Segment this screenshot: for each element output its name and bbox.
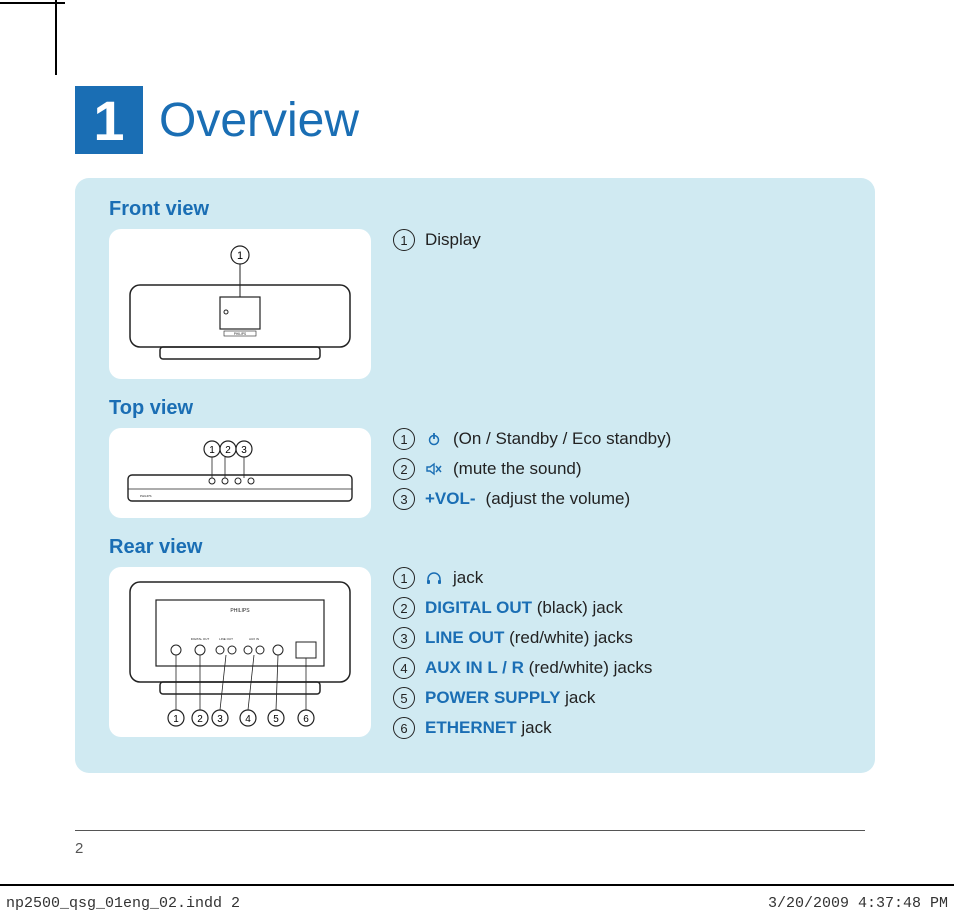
item-number: 2 [393, 458, 415, 480]
page-number: 2 [75, 840, 83, 857]
item-text: jack [453, 568, 483, 588]
list-front: 1 Display [393, 229, 841, 379]
svg-text:AUX IN: AUX IN [249, 637, 259, 641]
chapter-number-box: 1 [75, 86, 143, 154]
svg-text:1: 1 [209, 445, 215, 456]
svg-text:DIGITAL OUT: DIGITAL OUT [191, 637, 210, 641]
item-number: 2 [393, 597, 415, 619]
indesign-timestamp: 3/20/2009 4:37:48 PM [768, 895, 948, 912]
svg-text:1: 1 [173, 714, 179, 725]
item-text: (red/white) jacks [504, 628, 632, 647]
callout-front-1: 1 [237, 250, 243, 262]
page-content: 1 Overview Front view PHILIPS [75, 86, 875, 773]
item-text: (red/white) jacks [524, 658, 652, 677]
svg-text:PHILIPS: PHILIPS [140, 494, 152, 498]
section-rear-view: Rear view PHILIPS [109, 536, 841, 747]
list-item: 4 AUX IN L / R (red/white) jacks [393, 657, 841, 679]
item-text: (On / Standby / Eco standby) [453, 429, 671, 449]
list-item: 2 (mute the sound) [393, 458, 841, 480]
section-title-rear: Rear view [109, 536, 841, 559]
list-item: 5 POWER SUPPLY jack [393, 687, 841, 709]
mute-icon [425, 460, 443, 478]
item-text: jack [560, 688, 595, 707]
list-item: 1 Display [393, 229, 841, 251]
list-item: 1 jack [393, 567, 841, 589]
item-text: Display [425, 230, 481, 250]
svg-text:6: 6 [303, 714, 309, 725]
list-item: 1 (On / Standby / Eco standby) [393, 428, 841, 450]
svg-text:5: 5 [273, 714, 279, 725]
svg-text:2: 2 [197, 714, 203, 725]
svg-text:3: 3 [217, 714, 223, 725]
power-icon [425, 430, 443, 448]
chapter-header: 1 Overview [75, 86, 875, 154]
diagram-top-view: PHILIPS 1 2 [109, 428, 371, 518]
section-front-view: Front view PHILIPS 1 [109, 198, 841, 379]
list-rear: 1 jack 2 DIGITAL OUT (black) jack 3 LINE… [393, 567, 841, 747]
item-text: (adjust the volume) [486, 489, 631, 509]
svg-text:PHILIPS: PHILIPS [230, 608, 250, 614]
item-text: jack [517, 718, 552, 737]
svg-text:4: 4 [245, 714, 251, 725]
item-keyword: AUX IN L / R [425, 658, 524, 677]
section-title-front: Front view [109, 198, 841, 221]
svg-text:LINE OUT: LINE OUT [219, 637, 233, 641]
diagram-rear-view: PHILIPS DIGITAL OUT LINE OUT [109, 567, 371, 737]
overview-panel: Front view PHILIPS 1 [75, 178, 875, 773]
item-number: 3 [393, 627, 415, 649]
item-number: 1 [393, 567, 415, 589]
section-title-top: Top view [109, 397, 841, 420]
svg-text:3: 3 [241, 445, 247, 456]
diagram-front-view: PHILIPS 1 [109, 229, 371, 379]
item-keyword: +VOL- [425, 489, 476, 509]
section-top-view: Top view PHILIPS [109, 397, 841, 518]
item-number: 4 [393, 657, 415, 679]
list-item: 6 ETHERNET jack [393, 717, 841, 739]
document-meta-bar: np2500_qsg_01eng_02.indd 2 3/20/2009 4:3… [0, 884, 954, 920]
list-item: 3 LINE OUT (red/white) jacks [393, 627, 841, 649]
brand-label-front: PHILIPS [234, 332, 246, 336]
item-keyword: POWER SUPPLY [425, 688, 560, 707]
footer-rule [75, 830, 865, 831]
headphones-icon [425, 569, 443, 587]
svg-text:2: 2 [225, 445, 231, 456]
list-item: 2 DIGITAL OUT (black) jack [393, 597, 841, 619]
item-number: 1 [393, 428, 415, 450]
chapter-title: Overview [159, 93, 359, 148]
item-number: 1 [393, 229, 415, 251]
item-number: 3 [393, 488, 415, 510]
indesign-filename: np2500_qsg_01eng_02.indd 2 [6, 895, 240, 912]
item-number: 6 [393, 717, 415, 739]
list-item: 3 +VOL- (adjust the volume) [393, 488, 841, 510]
list-top: 1 (On / Standby / Eco standby) 2 (mute t… [393, 428, 841, 518]
item-keyword: DIGITAL OUT [425, 598, 532, 617]
item-number: 5 [393, 687, 415, 709]
item-text: (black) jack [532, 598, 623, 617]
crop-mark-left [54, 0, 57, 75]
item-keyword: LINE OUT [425, 628, 504, 647]
item-text: (mute the sound) [453, 459, 582, 479]
item-keyword: ETHERNET [425, 718, 517, 737]
